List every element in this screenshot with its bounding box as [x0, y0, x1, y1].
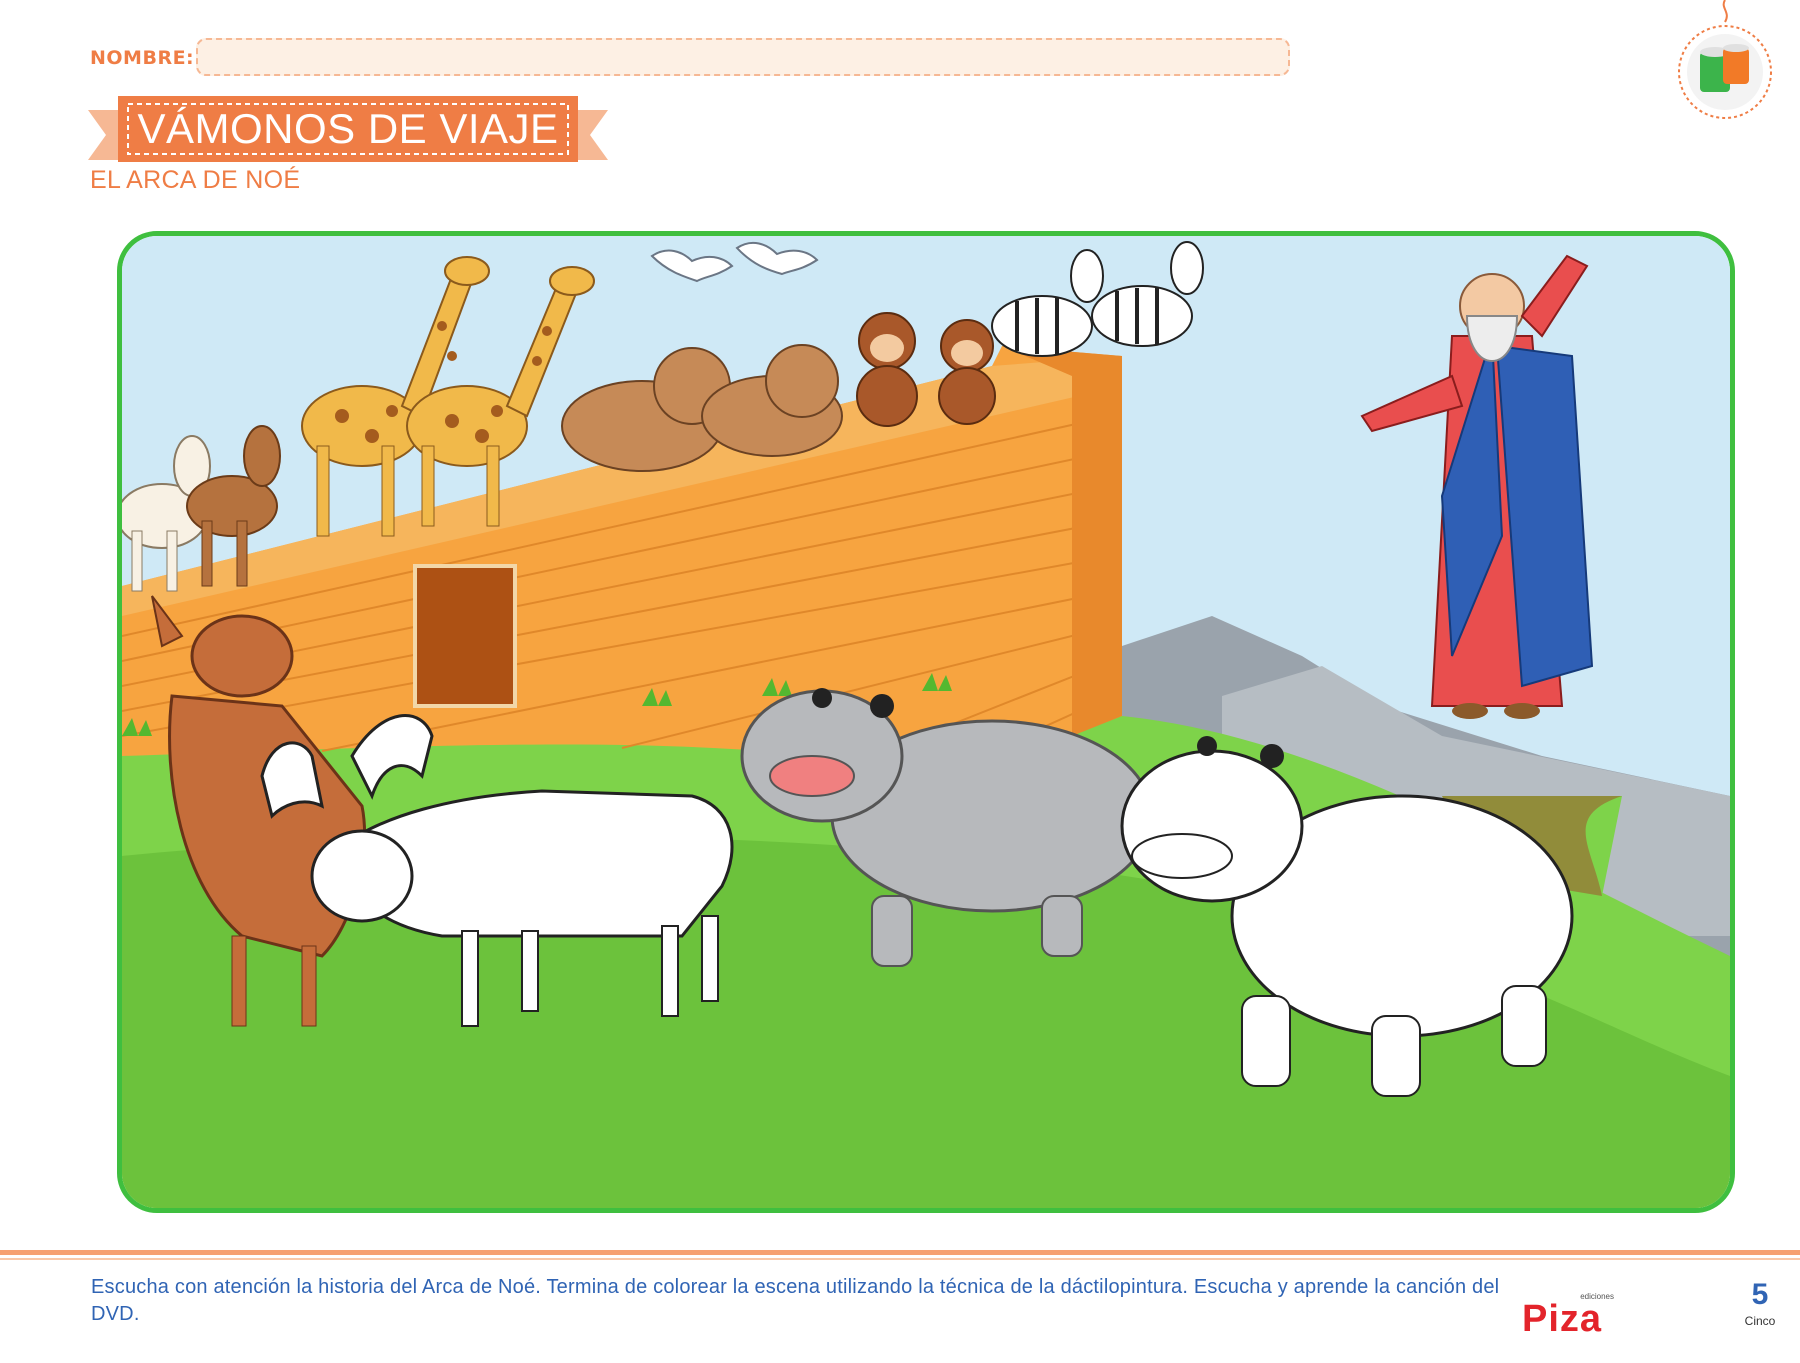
title-banner: VÁMONOS DE VIAJE	[88, 90, 608, 168]
name-field[interactable]	[196, 38, 1290, 76]
page-title: VÁMONOS DE VIAJE	[137, 105, 559, 152]
page-number: 5	[1751, 1278, 1769, 1311]
paint-pots-icon	[1665, 0, 1785, 130]
noah-ark-scene	[117, 231, 1735, 1213]
name-row: NOMBRE:	[90, 38, 194, 78]
footer-rule-thin	[0, 1258, 1800, 1260]
name-label: NOMBRE:	[90, 47, 195, 69]
instructions-text: Escucha con atención la historia del Arc…	[91, 1276, 1500, 1325]
publisher-logo: ediciones Piza	[1522, 1292, 1616, 1342]
page-subtitle: EL ARCA DE NOÉ	[90, 166, 301, 194]
logo-text: Piza	[1522, 1298, 1603, 1340]
page-number-word: Cinco	[1744, 1314, 1776, 1328]
footer-rule	[0, 1250, 1800, 1255]
